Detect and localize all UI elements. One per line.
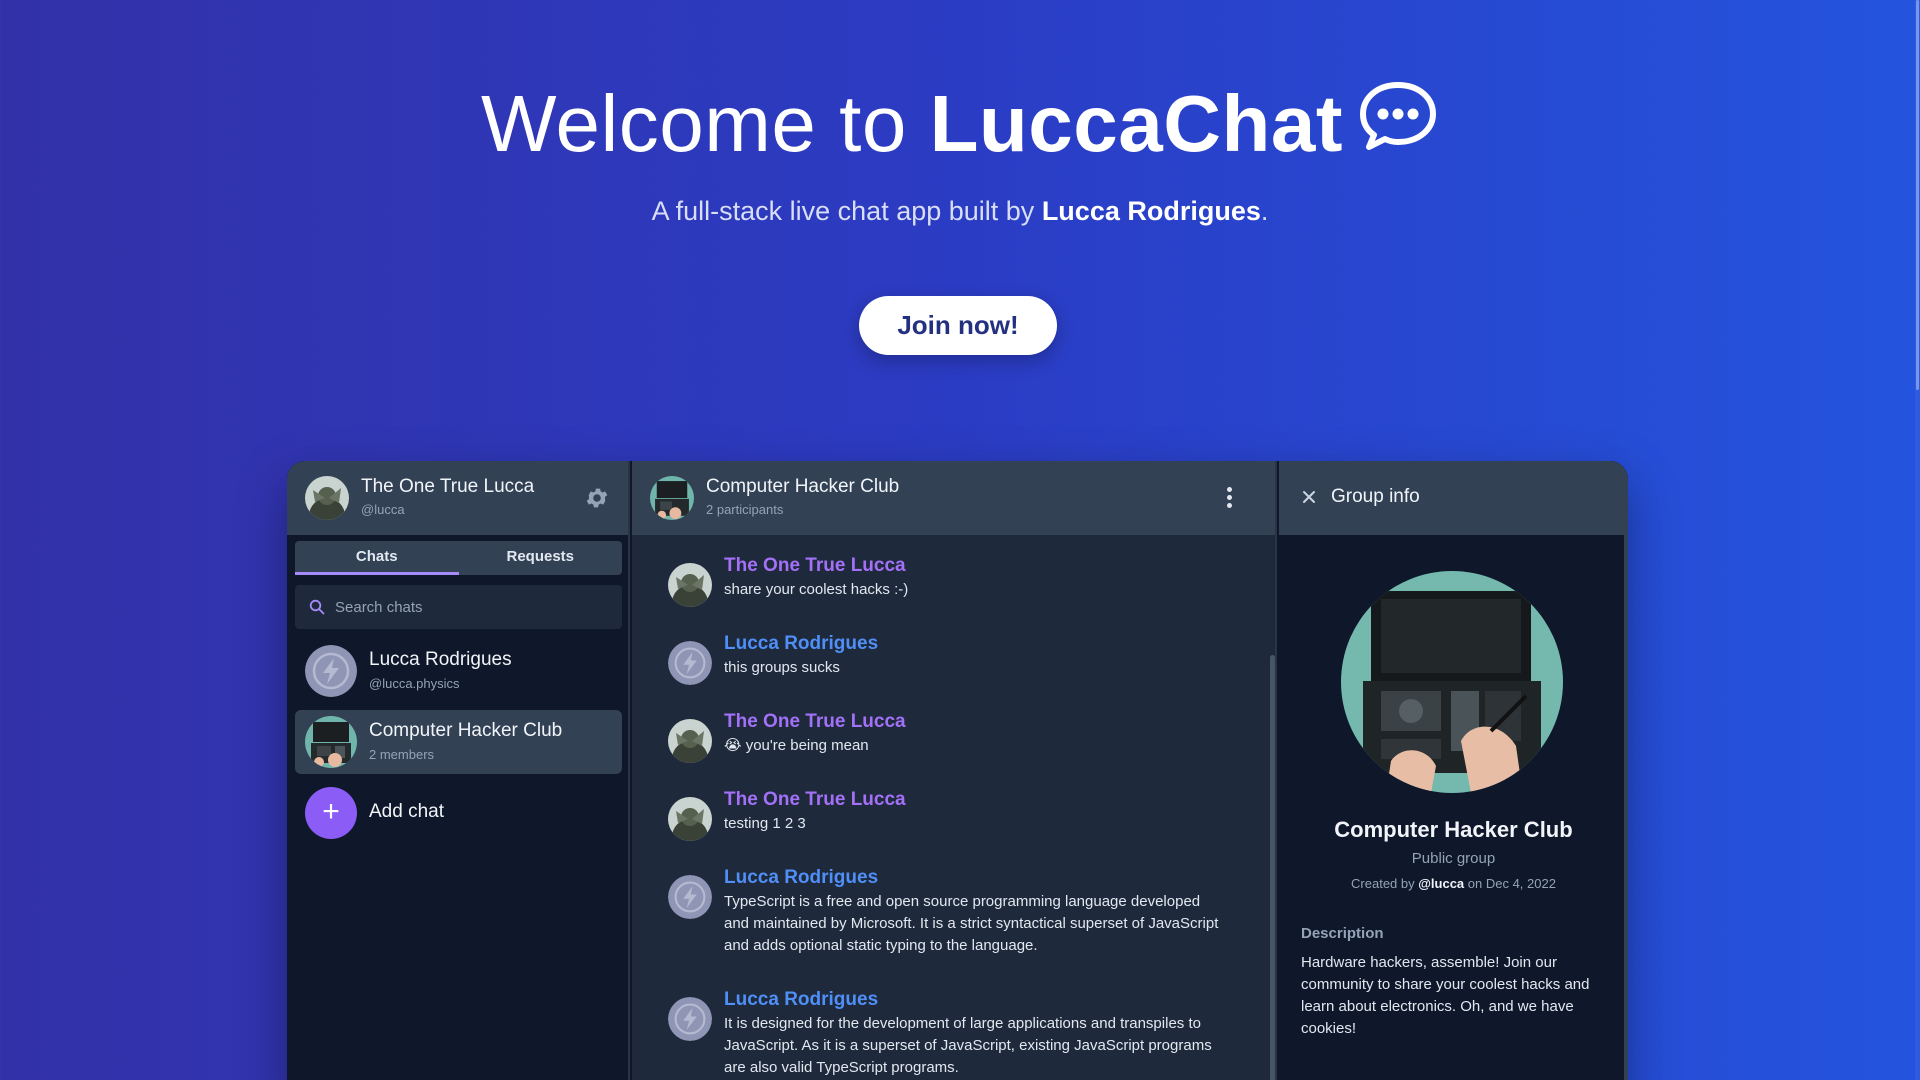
close-icon[interactable] [1299,487,1319,507]
search-input[interactable] [335,585,605,629]
message-text: It is designed for the development of la… [724,1015,1212,1076]
description-label: Description [1301,925,1384,942]
author-name: Lucca Rodrigues [1041,196,1261,226]
chat-item-lucca-rodrigues[interactable]: Lucca Rodrigues @lucca.physics [295,639,622,703]
user-handle: @lucca [361,502,405,517]
group-name: Computer Hacker Club [1334,817,1573,842]
message-author[interactable]: The One True Lucca [724,711,906,733]
brand-name: LuccaChat [929,79,1344,168]
default-avatar-icon[interactable] [668,875,712,919]
group-avatar[interactable] [650,476,694,520]
created-suffix: on Dec 4, 2022 [1464,876,1556,891]
chat-sidebar: The One True Lucca @lucca Chats Requests… [287,461,630,1080]
hero-subtitle: A full-stack live chat app built by Lucc… [0,196,1920,227]
page-scrollbar-thumb[interactable] [1916,0,1919,390]
subtitle-suffix: . [1260,196,1269,226]
author-avatar[interactable] [668,797,712,841]
default-avatar-icon[interactable] [668,641,712,685]
add-chat-label: Add chat [369,801,444,822]
panel-edge [1624,535,1628,1080]
user-name: The One True Lucca [361,476,535,497]
description-text: Hardware hackers, assemble! Join our com… [1301,954,1590,1037]
gear-icon[interactable] [584,485,610,511]
default-avatar-icon [305,645,357,697]
join-now-button[interactable]: Join now! [859,296,1057,355]
plus-icon: + [305,787,357,839]
app-preview: The One True Lucca @lucca Chats Requests… [287,461,1628,1080]
chat-item-name: Computer Hacker Club [369,720,563,741]
message-list: The One True Lucca share your coolest ha… [632,535,1275,1080]
created-prefix: Created by [1351,876,1419,891]
subtitle-prefix: A full-stack live chat app built by [651,196,1042,226]
add-chat-button[interactable]: + Add chat [295,781,622,845]
tab-requests[interactable]: Requests [459,541,623,575]
tab-chats[interactable]: Chats [295,541,459,575]
message-text: TypeScript is a free and open source pro… [724,893,1219,954]
message-text: testing 1 2 3 [724,815,806,832]
chat-bubble-icon [1357,78,1439,170]
group-type: Public group [1411,850,1496,867]
search-icon [309,599,325,615]
chat-tabs: Chats Requests [295,541,622,575]
chat-item-name: Lucca Rodrigues [369,649,512,670]
message-author[interactable]: The One True Lucca [724,789,906,811]
chat-item-sub: @lucca.physics [369,676,460,691]
conversation-pane: Computer Hacker Club 2 participants The … [632,461,1277,1080]
search-box [295,585,622,629]
sidebar-header: The One True Lucca @lucca [287,461,628,535]
group-photo [1341,571,1563,793]
hero-title: Welcome to LuccaChat [0,78,1920,176]
group-info-header: Group info [1279,461,1628,535]
conversation-participants: 2 participants [706,502,784,517]
message-text: share your coolest hacks :-) [724,581,909,598]
conversation-header: Computer Hacker Club 2 participants [632,461,1275,535]
author-avatar[interactable] [668,719,712,763]
group-info-panel: Group info Computer Hacker Club Public g… [1279,461,1628,1080]
default-avatar-icon[interactable] [668,997,712,1041]
more-options-icon[interactable] [1227,487,1233,509]
user-avatar[interactable] [305,476,349,520]
message-author[interactable]: The One True Lucca [724,555,906,577]
chat-item-sub: 2 members [369,747,435,762]
group-info-title: Group info [1331,486,1420,507]
message-text: this groups sucks [724,659,840,676]
message-author[interactable]: Lucca Rodrigues [724,633,878,655]
message-author[interactable]: Lucca Rodrigues [724,867,878,889]
chat-item-computer-hacker-club[interactable]: Computer Hacker Club 2 members [295,710,622,774]
group-created: Created by @lucca on Dec 4, 2022 [1279,876,1628,891]
group-avatar [305,716,357,768]
creator-handle[interactable]: @lucca [1418,876,1464,891]
message-author[interactable]: Lucca Rodrigues [724,989,878,1011]
conversation-title: Computer Hacker Club [706,476,900,497]
message-list-scrollbar[interactable] [1270,655,1275,1080]
author-avatar[interactable] [668,563,712,607]
message-text: 😭 you're being mean [724,737,869,754]
hero-title-prefix: Welcome to [480,79,930,168]
